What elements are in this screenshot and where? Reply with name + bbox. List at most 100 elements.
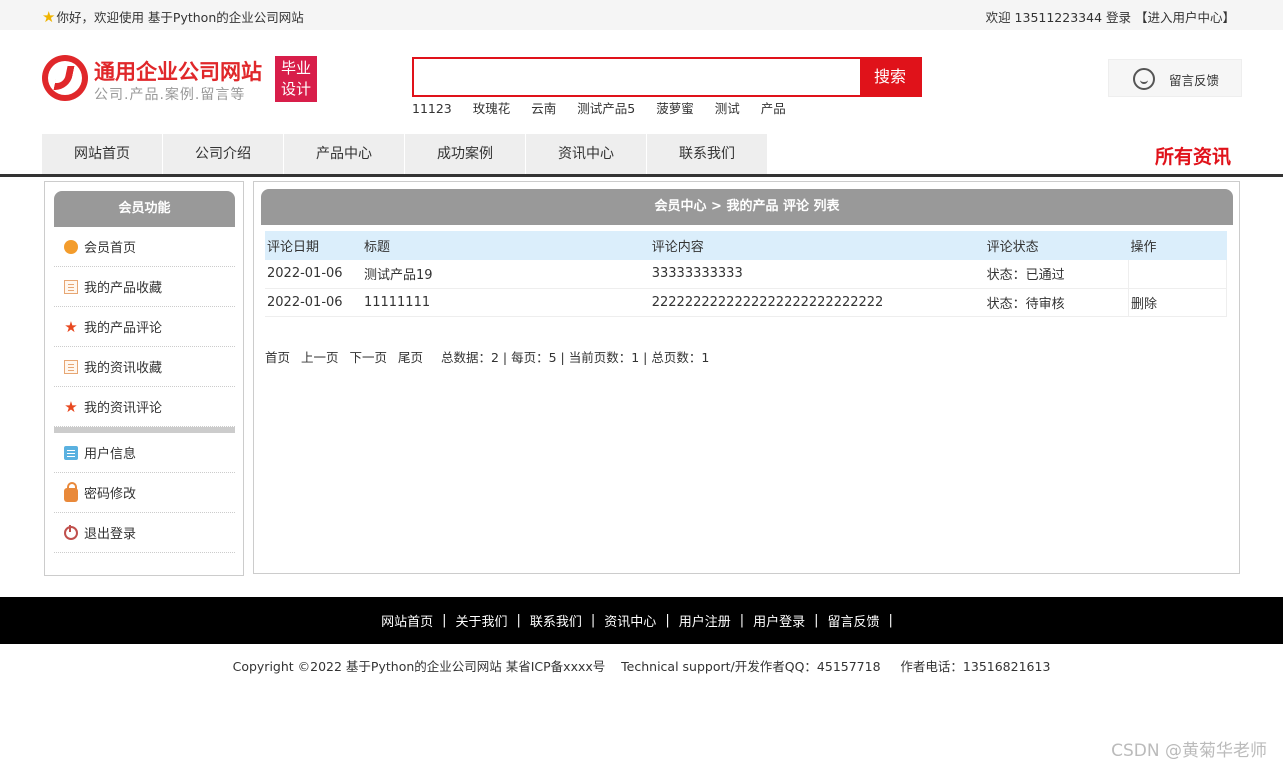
sidebar-item-logout[interactable]: 退出登录 bbox=[54, 513, 235, 553]
watermark: CSDN @黄菊华老师 bbox=[1111, 741, 1267, 761]
user-status: 欢迎 13511223344 登录 【进入用户中心】 bbox=[984, 7, 1235, 26]
hotword-link[interactable]: 测试 bbox=[715, 101, 740, 116]
site-logo[interactable]: 通用企业公司网站 公司.产品.案例.留言等 毕业 设计 bbox=[42, 55, 322, 107]
comment-list-panel: 会员中心 > 我的产品 评论 列表 评论日期 标题 评论内容 评论状态 操作 2… bbox=[253, 181, 1240, 574]
site-slogan: 公司.产品.案例.留言等 bbox=[94, 87, 246, 103]
footer-nav: 网站首页 | 关于我们 | 联系我们 | 资讯中心 | 用户注册 | 用户登录 | 留言反馈… bbox=[0, 597, 1283, 644]
cell-date: 2022-01-06 bbox=[265, 260, 362, 289]
search-box: 搜索 bbox=[412, 57, 922, 97]
prev-page-link[interactable]: 上一页 bbox=[301, 350, 339, 365]
star-icon: ★ bbox=[64, 317, 78, 336]
sidebar-item-change-password[interactable]: 密码修改 bbox=[54, 473, 235, 513]
footer-separator: | bbox=[814, 613, 819, 628]
sidebar-item-news-favorites[interactable]: 我的资讯收藏 bbox=[54, 347, 235, 387]
badge-line-1: 毕业 bbox=[280, 59, 311, 77]
hotword-link[interactable]: 测试产品5 bbox=[577, 101, 635, 116]
customer-service-icon bbox=[1133, 68, 1155, 90]
cell-status: 状态：待审核 bbox=[984, 288, 1129, 317]
table-row: 2022-01-06 11111111 22222222222222222222… bbox=[265, 288, 1227, 317]
graduation-badge: 毕业 设计 bbox=[275, 56, 317, 102]
sidebar-item-product-favorites[interactable]: 我的产品收藏 bbox=[54, 267, 235, 307]
delete-link[interactable]: 删除 bbox=[1128, 288, 1227, 317]
search-input[interactable] bbox=[416, 60, 856, 94]
sidebar-item-user-info[interactable]: 用户信息 bbox=[54, 433, 235, 473]
next-page-link[interactable]: 下一页 bbox=[350, 350, 388, 365]
nav-item-cases[interactable]: 成功案例 bbox=[405, 134, 525, 174]
sidebar-item-member-home[interactable]: 会员首页 bbox=[54, 227, 235, 267]
sidebar-menu: 会员首页 我的产品收藏 ★ 我的产品评论 我的资讯收藏 ★ 我的资讯评论 用户信… bbox=[54, 227, 235, 553]
column-header: 评论状态 bbox=[984, 231, 1129, 260]
last-page-link[interactable]: 尾页 bbox=[398, 350, 423, 365]
nav-divider bbox=[0, 174, 1283, 177]
nav-item-home[interactable]: 网站首页 bbox=[42, 134, 162, 174]
footer-link-login[interactable]: 用户登录 bbox=[753, 611, 805, 630]
welcome-text: ★ 你好，欢迎使用 基于Python的企业公司网站 bbox=[42, 7, 304, 26]
column-header: 操作 bbox=[1128, 231, 1227, 260]
hotword-link[interactable]: 玫瑰花 bbox=[473, 101, 511, 116]
footer-separator: | bbox=[516, 613, 521, 628]
member-sidebar: 会员功能 会员首页 我的产品收藏 ★ 我的产品评论 我的资讯收藏 ★ 我的资讯评… bbox=[44, 181, 244, 576]
nav-item-about[interactable]: 公司介绍 bbox=[163, 134, 283, 174]
welcome-label: 你好，欢迎使用 基于Python的企业公司网站 bbox=[56, 10, 304, 25]
footer-link-feedback[interactable]: 留言反馈 bbox=[828, 611, 880, 630]
badge-line-2: 设计 bbox=[280, 80, 311, 98]
nav-item-products[interactable]: 产品中心 bbox=[284, 134, 404, 174]
nav-item-contact[interactable]: 联系我们 bbox=[647, 134, 767, 174]
sidebar-item-label: 我的产品评论 bbox=[84, 321, 163, 336]
comment-table: 评论日期 标题 评论内容 评论状态 操作 2022-01-06 测试产品19 3… bbox=[265, 231, 1227, 317]
user-center-link[interactable]: 【进入用户中心】 bbox=[1135, 10, 1235, 25]
footer-separator: | bbox=[665, 613, 670, 628]
table-row: 2022-01-06 测试产品19 33333333333 状态：已通过 bbox=[265, 260, 1227, 289]
sidebar-item-product-comments[interactable]: ★ 我的产品评论 bbox=[54, 307, 235, 347]
hotword-link[interactable]: 云南 bbox=[531, 101, 556, 116]
sidebar-item-news-comments[interactable]: ★ 我的资讯评论 bbox=[54, 387, 235, 427]
footer-link-about[interactable]: 关于我们 bbox=[455, 611, 507, 630]
footer-link-contact[interactable]: 联系我们 bbox=[530, 611, 582, 630]
column-header: 评论内容 bbox=[649, 231, 985, 260]
document-icon bbox=[64, 279, 78, 294]
main-nav: 网站首页 公司介绍 产品中心 成功案例 资讯中心 联系我们 bbox=[42, 134, 768, 174]
cell-operation bbox=[1128, 260, 1227, 289]
footer-link-news[interactable]: 资讯中心 bbox=[604, 611, 656, 630]
table-header-row: 评论日期 标题 评论内容 评论状态 操作 bbox=[265, 231, 1227, 260]
footer-separator: | bbox=[739, 613, 745, 628]
sidebar-item-label: 我的资讯评论 bbox=[84, 401, 163, 416]
search-button[interactable]: 搜索 bbox=[860, 59, 920, 95]
clipboard-icon bbox=[64, 445, 78, 460]
cell-title: 11111111 bbox=[361, 288, 650, 317]
sidebar-item-label: 用户信息 bbox=[84, 447, 137, 462]
site-name: 通用企业公司网站 bbox=[94, 60, 262, 84]
pagination: 首页 上一页 下一页 尾页 总数据：2 | 每页：5 | 当前页数：1 | 总页… bbox=[265, 347, 709, 366]
footer-separator: | bbox=[590, 613, 596, 628]
star-icon: ★ bbox=[42, 7, 56, 26]
cell-content: 2222222222222222222222222222 bbox=[649, 288, 985, 317]
greeting-text: 欢迎 13511223344 登录 bbox=[985, 10, 1131, 25]
hotword-link[interactable]: 菠萝蜜 bbox=[656, 101, 694, 116]
sidebar-item-label: 我的资讯收藏 bbox=[84, 361, 163, 376]
sidebar-item-label: 密码修改 bbox=[84, 487, 137, 502]
nav-item-news[interactable]: 资讯中心 bbox=[526, 134, 646, 174]
lock-icon bbox=[64, 481, 78, 502]
sidebar-item-label: 会员首页 bbox=[84, 241, 137, 256]
document-icon bbox=[64, 359, 78, 374]
sidebar-item-label: 退出登录 bbox=[84, 527, 137, 542]
footer-link-register[interactable]: 用户注册 bbox=[679, 611, 731, 630]
panel-title: 会员中心 > 我的产品 评论 列表 bbox=[261, 189, 1233, 225]
cell-title: 测试产品19 bbox=[361, 260, 650, 289]
footer-separator: | bbox=[888, 613, 893, 628]
top-bar: ★ 你好，欢迎使用 基于Python的企业公司网站 欢迎 13511223344… bbox=[0, 0, 1283, 30]
hotword-link[interactable]: 11123 bbox=[412, 101, 452, 116]
footer-link-home[interactable]: 网站首页 bbox=[381, 611, 433, 630]
footer-separator: | bbox=[442, 613, 447, 628]
cell-content: 33333333333 bbox=[649, 260, 985, 289]
copyright-text: Copyright ©2022 基于Python的企业公司网站 某省ICP备xx… bbox=[232, 659, 1051, 674]
hot-keywords: 11123 玫瑰花 云南 测试产品5 菠萝蜜 测试 产品 bbox=[412, 98, 803, 117]
logo-icon bbox=[42, 55, 88, 101]
hotword-link[interactable]: 产品 bbox=[761, 101, 786, 116]
all-news-link[interactable]: 所有资讯 bbox=[1155, 142, 1231, 169]
first-page-link[interactable]: 首页 bbox=[265, 350, 290, 365]
feedback-button[interactable]: 留言反馈 bbox=[1108, 59, 1242, 97]
cell-status: 状态：已通过 bbox=[984, 260, 1129, 289]
home-icon bbox=[64, 239, 78, 254]
column-header: 评论日期 bbox=[265, 231, 362, 260]
